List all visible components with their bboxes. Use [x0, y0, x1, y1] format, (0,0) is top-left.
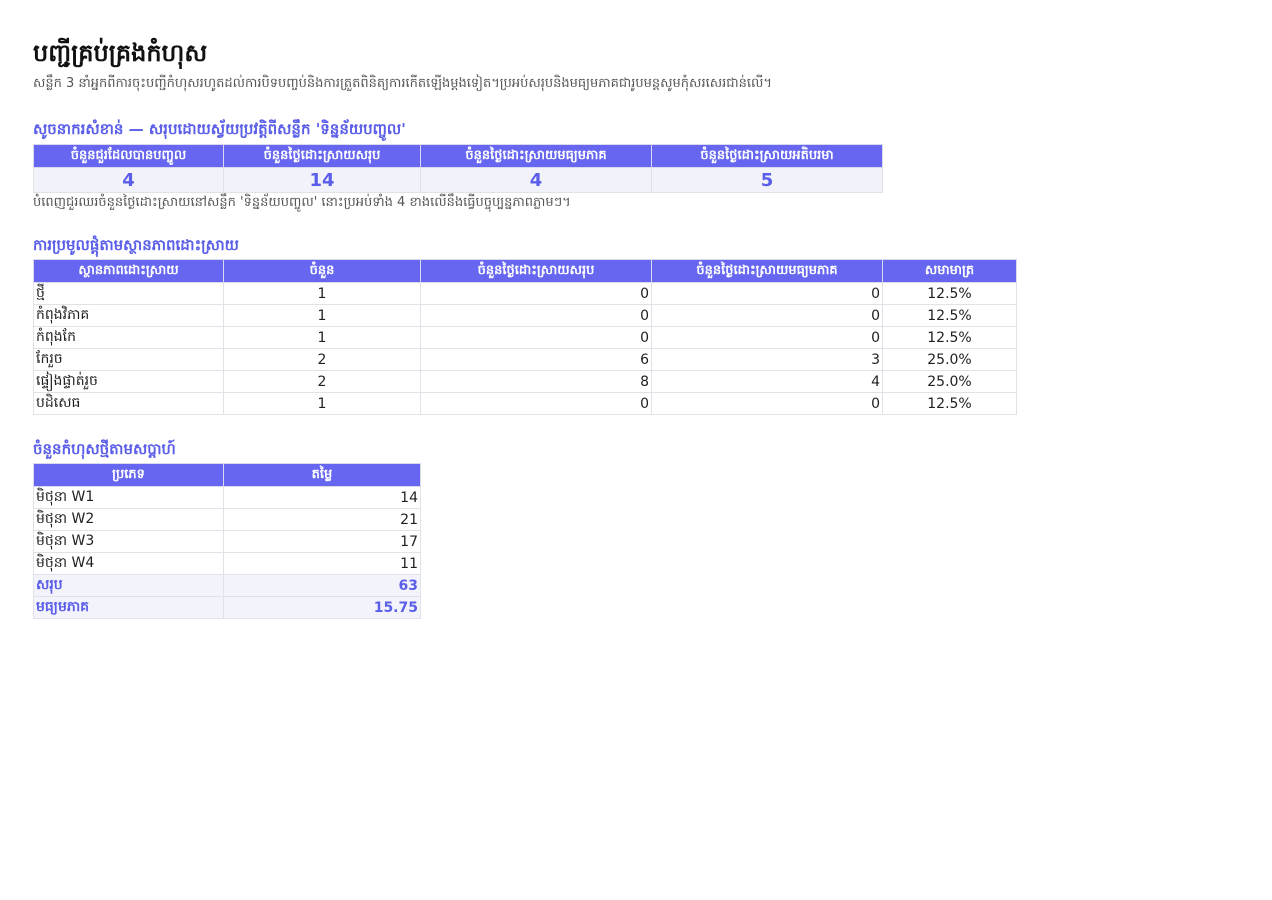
status-header-average-days: ចំនួនថ្ងៃដោះស្រាយមធ្យមភាគ: [651, 259, 883, 283]
weekly-table: ប្រភេទ តម្លៃ មិថុនា W1 14 មិថុនា W2 21 ម…: [33, 463, 421, 619]
count-cell[interactable]: 1: [223, 282, 421, 305]
table-row: មិថុនា W4 11: [33, 552, 421, 575]
weekly-header-type: ប្រភេទ: [33, 463, 224, 487]
kpi-value-max-days[interactable]: 5: [651, 167, 883, 193]
week-label-cell[interactable]: មិថុនា W1: [33, 486, 224, 509]
status-header-status: ស្ថានភាពដោះស្រាយ: [33, 259, 224, 283]
status-cell[interactable]: កំពុងវិភាគ: [33, 304, 224, 327]
week-label-cell[interactable]: មិថុនា W2: [33, 508, 224, 531]
status-cell[interactable]: កែរួច: [33, 348, 224, 371]
table-row: កែរួច 2 6 3 25.0%: [33, 348, 1017, 371]
total-days-cell[interactable]: 6: [420, 348, 652, 371]
status-cell[interactable]: ថ្មី: [33, 282, 224, 305]
kpi-table: ចំនួនជួរដែលបានបញ្ចូល ចំនួនថ្ងៃដោះស្រាយសរ…: [33, 144, 883, 193]
average-days-cell[interactable]: 0: [651, 326, 883, 349]
table-row: ថ្មី 1 0 0 12.5%: [33, 282, 1017, 305]
ratio-cell[interactable]: 12.5%: [882, 392, 1017, 415]
weekly-section-title: ចំនួនកំហុសថ្មីតាមសប្តាហ៍: [33, 440, 176, 458]
week-value-cell[interactable]: 11: [223, 552, 421, 575]
kpi-header-max-days: ចំនួនថ្ងៃដោះស្រាយអតិបរមា: [651, 144, 883, 168]
total-label-cell[interactable]: សរុប: [33, 574, 224, 597]
weekly-header-value: តម្លៃ: [223, 463, 421, 487]
average-days-cell[interactable]: 0: [651, 282, 883, 305]
status-header-total-days: ចំនួនថ្ងៃដោះស្រាយសរុប: [420, 259, 652, 283]
ratio-cell[interactable]: 25.0%: [882, 370, 1017, 393]
kpi-section-title: សូចនាករសំខាន់ — សរុបដោយស្វ័យប្រវត្តិពីសន…: [33, 120, 406, 138]
week-value-cell[interactable]: 21: [223, 508, 421, 531]
count-cell[interactable]: 1: [223, 326, 421, 349]
page-subtitle: សន្លឹក 3 នាំអ្នកពីការចុះបញ្ជីកំហុសរហូតដល…: [33, 76, 772, 91]
ratio-cell[interactable]: 12.5%: [882, 326, 1017, 349]
page-title: បញ្ជីគ្រប់គ្រងកំហុស: [33, 39, 208, 67]
status-cell[interactable]: កំពុងកែ: [33, 326, 224, 349]
average-days-cell[interactable]: 4: [651, 370, 883, 393]
table-row: ផ្ទៀងផ្ទាត់រួច 2 8 4 25.0%: [33, 370, 1017, 393]
ratio-cell[interactable]: 25.0%: [882, 348, 1017, 371]
status-cell[interactable]: បដិសេធ: [33, 392, 224, 415]
total-row: សរុប 63: [33, 574, 421, 597]
week-label-cell[interactable]: មិថុនា W4: [33, 552, 224, 575]
total-days-cell[interactable]: 8: [420, 370, 652, 393]
week-value-cell[interactable]: 14: [223, 486, 421, 509]
total-value-cell[interactable]: 63: [223, 574, 421, 597]
status-header-count: ចំនួន: [223, 259, 421, 283]
total-days-cell[interactable]: 0: [420, 304, 652, 327]
kpi-value-average-days[interactable]: 4: [420, 167, 652, 193]
average-row: មធ្យមភាគ 15.75: [33, 596, 421, 619]
count-cell[interactable]: 2: [223, 348, 421, 371]
status-cell[interactable]: ផ្ទៀងផ្ទាត់រួច: [33, 370, 224, 393]
average-days-cell[interactable]: 0: [651, 392, 883, 415]
table-row: កំពុងវិភាគ 1 0 0 12.5%: [33, 304, 1017, 327]
total-days-cell[interactable]: 0: [420, 326, 652, 349]
kpi-value-rows-entered[interactable]: 4: [33, 167, 224, 193]
average-label-cell[interactable]: មធ្យមភាគ: [33, 596, 224, 619]
table-row: មិថុនា W2 21: [33, 508, 421, 531]
count-cell[interactable]: 1: [223, 392, 421, 415]
status-section-title: ការប្រមូលផ្តុំតាមស្ថានភាពដោះស្រាយ: [33, 236, 239, 254]
week-label-cell[interactable]: មិថុនា W3: [33, 530, 224, 553]
average-days-cell[interactable]: 3: [651, 348, 883, 371]
kpi-header-average-days: ចំនួនថ្ងៃដោះស្រាយមធ្យមភាគ: [420, 144, 652, 168]
total-days-cell[interactable]: 0: [420, 282, 652, 305]
status-table: ស្ថានភាពដោះស្រាយ ចំនួន ចំនួនថ្ងៃដោះស្រាយ…: [33, 259, 1017, 415]
average-value-cell[interactable]: 15.75: [223, 596, 421, 619]
kpi-note: បំពេញជួរឈរចំនួនថ្ងៃដោះស្រាយនៅសន្លឹក 'ទិន…: [33, 195, 571, 210]
total-days-cell[interactable]: 0: [420, 392, 652, 415]
kpi-value-total-days[interactable]: 14: [223, 167, 421, 193]
count-cell[interactable]: 2: [223, 370, 421, 393]
table-row: មិថុនា W1 14: [33, 486, 421, 509]
count-cell[interactable]: 1: [223, 304, 421, 327]
average-days-cell[interactable]: 0: [651, 304, 883, 327]
ratio-cell[interactable]: 12.5%: [882, 282, 1017, 305]
table-row: មិថុនា W3 17: [33, 530, 421, 553]
ratio-cell[interactable]: 12.5%: [882, 304, 1017, 327]
table-row: កំពុងកែ 1 0 0 12.5%: [33, 326, 1017, 349]
table-row: បដិសេធ 1 0 0 12.5%: [33, 392, 1017, 415]
kpi-header-total-days: ចំនួនថ្ងៃដោះស្រាយសរុប: [223, 144, 421, 168]
week-value-cell[interactable]: 17: [223, 530, 421, 553]
status-header-ratio: សមាមាត្រ: [882, 259, 1017, 283]
kpi-header-rows-entered: ចំនួនជួរដែលបានបញ្ចូល: [33, 144, 224, 168]
kpi-values-row: 4 14 4 5: [33, 167, 883, 193]
